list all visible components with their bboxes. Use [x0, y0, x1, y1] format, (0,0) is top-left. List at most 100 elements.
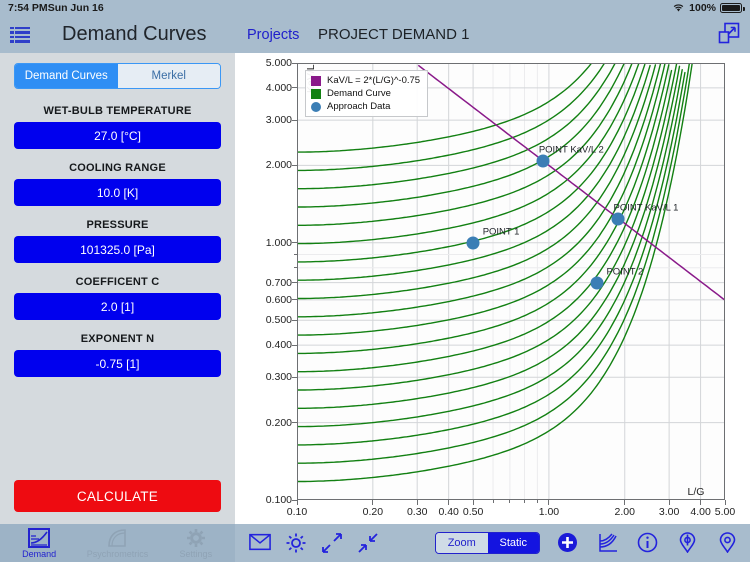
data-point[interactable]	[590, 276, 604, 290]
wifi-icon	[672, 3, 685, 13]
mail-icon[interactable]	[249, 532, 271, 554]
legend-swatch-purple	[311, 75, 321, 86]
toggle-zoom[interactable]: Zoom	[436, 533, 488, 553]
x-tick-label: 0.10	[286, 506, 308, 518]
battery-percent: 100%	[689, 2, 716, 14]
curves-icon[interactable]	[597, 532, 618, 553]
legend-item-demand-curve: Demand Curve	[311, 88, 420, 99]
collapse-icon[interactable]	[357, 532, 379, 554]
status-date: Sun Jun 16	[47, 2, 104, 14]
x-tick	[668, 500, 670, 505]
tab-demand[interactable]: Demand	[1, 527, 77, 559]
y-tick	[292, 344, 297, 346]
x-tick	[448, 500, 450, 505]
y-tick	[292, 87, 297, 89]
project-title: PROJECT DEMAND 1	[318, 26, 470, 43]
tab-psychrometrics-label: Psychrometrics	[86, 548, 149, 559]
x-tick-label: 1.00	[538, 506, 560, 518]
x-tick	[700, 500, 702, 505]
psychrometrics-icon	[108, 528, 127, 547]
input-cooling-range[interactable]: 10.0 [K]	[14, 179, 221, 206]
x-tick	[724, 500, 726, 505]
y-tick-label: 3.000	[265, 114, 292, 127]
legend-label-demand-curve: Demand Curve	[327, 88, 391, 99]
gear-icon	[186, 528, 205, 547]
legend-item-kavl-formula: KaV/L = 2*(L/G)^-0.75	[311, 75, 420, 86]
demand-curves-plot[interactable]: KaV/L 0.1000.2000.3000.4000.5000.6000.70…	[266, 57, 736, 518]
map-pin-icon[interactable]	[717, 532, 738, 554]
x-tick-label: 0.50	[462, 506, 484, 518]
y-tick	[292, 242, 297, 244]
label-pressure: PRESSURE	[86, 219, 149, 231]
tab-demand-curves[interactable]: Demand Curves	[15, 64, 118, 88]
legend-item-approach-data: Approach Data	[311, 101, 420, 112]
x-tick	[372, 500, 374, 505]
y-tick	[292, 62, 297, 64]
expand-icon[interactable]	[321, 532, 343, 554]
input-wet-bulb-temperature[interactable]: 27.0 [°C]	[14, 122, 221, 149]
x-tick-label: 2.00	[614, 506, 635, 518]
y-tick	[292, 119, 297, 121]
toggle-static[interactable]: Static	[487, 533, 539, 553]
y-tick-label: 0.100	[265, 494, 292, 506]
projects-link[interactable]: Projects	[247, 27, 299, 43]
y-tick-label: 4.000	[265, 81, 292, 94]
sidebar: Demand Curves Merkel WET-BULB TEMPERATUR…	[0, 53, 235, 524]
x-axis-title: L/G	[687, 486, 705, 498]
x-tick	[492, 500, 494, 503]
tab-settings[interactable]: Settings	[158, 528, 234, 559]
y-tick-label: 2.000	[265, 159, 292, 172]
y-tick-label: 0.200	[265, 416, 292, 429]
y-tick-label: 1.000	[265, 236, 292, 249]
y-tick-label: 5.000	[265, 57, 292, 69]
battery-icon	[720, 3, 745, 13]
label-wet-bulb-temperature: WET-BULB TEMPERATURE	[43, 105, 192, 117]
x-tick-label: 0.20	[362, 506, 384, 518]
locate-point-icon[interactable]	[677, 532, 698, 554]
input-exponent-n[interactable]: -0.75 [1]	[14, 350, 221, 377]
y-tick	[294, 267, 297, 269]
x-tick-label: 3.00	[658, 506, 680, 518]
bottom-bars: Demand Psychrometrics Settings Zoom Stat…	[0, 524, 750, 562]
hamburger-menu-icon[interactable]	[10, 26, 30, 43]
tab-settings-label: Settings	[179, 548, 213, 559]
data-point-label: POINT KaV/L 1	[613, 202, 679, 214]
x-tick-label: 4.00	[690, 506, 711, 518]
x-tick	[416, 500, 418, 505]
y-tick	[292, 164, 297, 166]
y-tick	[292, 422, 297, 424]
y-tick	[292, 376, 297, 378]
chart-toolbar: Zoom Static	[235, 524, 750, 562]
x-tick-label: 0.30	[406, 506, 428, 518]
toolbar-right-icons	[557, 532, 738, 554]
tab-merkel[interactable]: Merkel	[117, 64, 220, 88]
status-time: 7:54 PM	[8, 2, 48, 14]
label-coefficent-c: COEFFICENT C	[75, 276, 160, 288]
expand-corner-icon[interactable]	[718, 22, 740, 44]
data-point-label: POINT 2	[606, 266, 644, 278]
chart-legend: KaV/L = 2*(L/G)^-0.75 Demand Curve Appro…	[305, 70, 429, 117]
calculate-button[interactable]: CALCULATE	[14, 480, 221, 512]
demand-chart-icon	[28, 527, 51, 548]
y-tick-label: 0.300	[265, 371, 292, 384]
label-cooling-range: COOLING RANGE	[69, 162, 166, 174]
x-tick-label: 0.40	[438, 506, 459, 518]
gear-icon[interactable]	[285, 532, 307, 554]
x-tick	[624, 500, 626, 505]
y-tick-label: 0.500	[265, 314, 292, 327]
label-exponent-n: EXPONENT N	[80, 333, 155, 345]
data-point[interactable]	[466, 236, 480, 250]
tab-psychrometrics[interactable]: Psychrometrics	[79, 528, 155, 559]
input-coefficent-c[interactable]: 2.0 [1]	[14, 293, 221, 320]
y-tick	[292, 282, 297, 284]
y-tick	[292, 299, 297, 301]
data-point[interactable]	[536, 154, 550, 168]
page-title: Demand Curves	[62, 23, 207, 45]
data-point[interactable]	[611, 212, 625, 226]
x-tick	[296, 500, 298, 505]
x-tick	[509, 500, 511, 503]
legend-swatch-green	[311, 88, 321, 99]
input-pressure[interactable]: 101325.0 [Pa]	[14, 236, 221, 263]
info-icon[interactable]	[637, 532, 658, 553]
add-circle-icon[interactable]	[557, 532, 578, 553]
